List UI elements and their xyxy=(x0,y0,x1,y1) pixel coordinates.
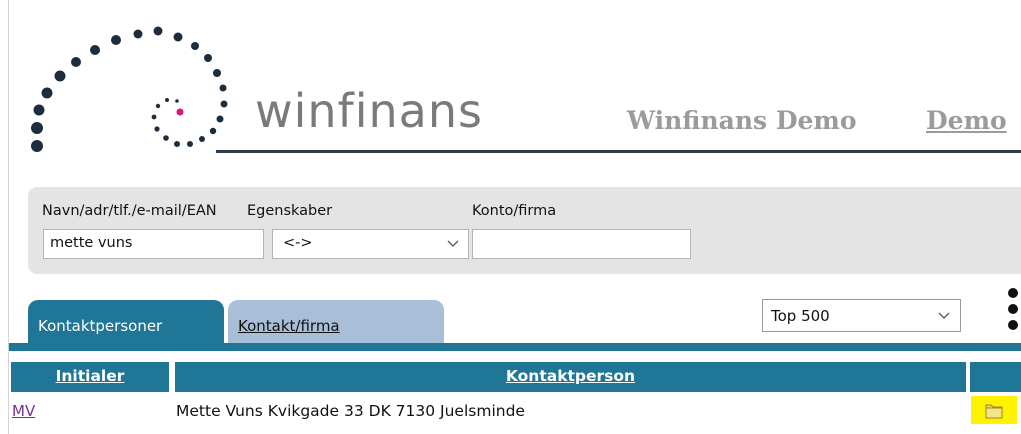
tab-contact-company-label: Kontakt/firma xyxy=(238,317,340,335)
account-label: Konto/firma xyxy=(472,203,557,219)
brand-name: winfinans xyxy=(255,84,483,138)
tab-contact-persons-label: Kontaktpersoner xyxy=(38,317,163,335)
more-vertical-icon[interactable] xyxy=(1005,286,1021,334)
header-divider xyxy=(216,150,1021,153)
chevron-down-icon xyxy=(447,240,459,247)
column-header-initials[interactable]: Initialer xyxy=(11,362,169,392)
folder-icon-graphic xyxy=(985,404,1003,419)
winfinans-logo-icon xyxy=(31,26,228,152)
name-search-input[interactable]: mette vuns xyxy=(43,229,264,259)
properties-select-value: <-> xyxy=(283,235,313,251)
name-search-label: Navn/adr/tlf./e-mail/EAN xyxy=(42,203,217,219)
column-header-initials-label: Initialer xyxy=(55,367,125,385)
properties-label: Egenskaber xyxy=(247,203,333,219)
left-border xyxy=(8,0,9,434)
account-input[interactable] xyxy=(472,229,691,259)
tab-contact-persons[interactable]: Kontaktpersoner xyxy=(28,300,224,344)
row-contact-text: Mette Vuns Kvikgade 33 DK 7130 Juelsmind… xyxy=(176,402,525,420)
chevron-down-icon xyxy=(938,312,950,319)
row-initials-link[interactable]: MV xyxy=(12,402,35,420)
tab-underline-bar xyxy=(9,343,1021,351)
tab-contact-company[interactable]: Kontakt/firma xyxy=(228,300,444,344)
folder-icon[interactable] xyxy=(971,396,1017,424)
table-row: MV Mette Vuns Kvikgade 33 DK 7130 Juelsm… xyxy=(9,396,1021,426)
result-limit-value: Top 500 xyxy=(771,307,830,325)
result-limit-select[interactable]: Top 500 xyxy=(762,299,961,332)
company-name: Winfinans Demo xyxy=(627,106,857,135)
user-link[interactable]: Demo xyxy=(926,106,1007,135)
properties-select[interactable]: <-> xyxy=(272,229,469,259)
column-header-contact-person[interactable]: Kontaktperson xyxy=(175,362,966,392)
column-header-contact-person-label: Kontaktperson xyxy=(505,367,636,385)
column-header-actions xyxy=(970,362,1021,392)
